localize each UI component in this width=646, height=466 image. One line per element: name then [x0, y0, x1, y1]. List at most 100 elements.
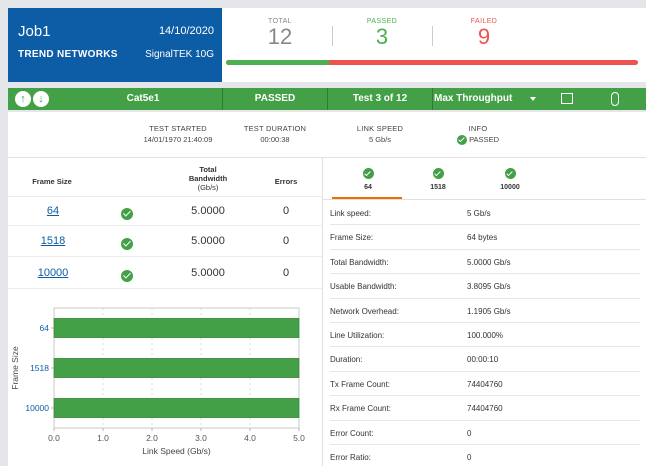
x-tick-label: 1.0: [97, 433, 109, 443]
check-circle-icon: [432, 168, 444, 179]
test-result-panel: TEST STARTED 14/01/1970 21:40:09 TEST DU…: [8, 112, 646, 466]
next-test-button[interactable]: ↓: [33, 91, 49, 107]
errors-header: Errors: [274, 177, 298, 186]
row-bandwidth: 5.0000: [191, 235, 225, 247]
passed-value: 3: [375, 24, 389, 49]
y-tick-label: 1518: [30, 363, 49, 373]
detail-row: Tx Frame Count: 74404760: [330, 372, 640, 397]
check-circle-icon: [362, 168, 374, 179]
x-tick-label: 2.0: [146, 433, 158, 443]
row-status: [121, 267, 133, 285]
detail-label: Error Ratio:: [330, 453, 371, 462]
tab-frame-10000[interactable]: 10000: [480, 168, 540, 191]
x-tick-label: 4.0: [244, 433, 256, 443]
detail-label: Duration:: [330, 355, 363, 365]
link-speed-label: LINK SPEED: [356, 124, 404, 133]
y-axis-label: Frame Size: [10, 346, 20, 390]
tab-frame-64[interactable]: 64: [338, 168, 398, 191]
detail-label: Tx Frame Count:: [330, 379, 391, 389]
link-speed-value: 5 Gb/s: [368, 135, 392, 144]
attachment-icon[interactable]: [611, 92, 619, 106]
down-arrow-icon: ↓: [38, 93, 44, 105]
detail-value: 64 bytes: [467, 233, 498, 243]
detail-value: 3.8095 Gb/s: [467, 282, 511, 292]
y-tick-label: 10000: [25, 403, 49, 413]
row-status: [121, 205, 133, 223]
failed-value: 9: [477, 24, 491, 49]
bar: [53, 318, 300, 338]
cable-type: Cat5e1: [126, 93, 160, 104]
tab-label: 1518: [430, 184, 446, 191]
divider: [8, 196, 322, 197]
divider: [8, 256, 322, 257]
frame-size-link[interactable]: 1518: [28, 235, 78, 247]
detail-label: Rx Frame Count:: [330, 404, 391, 414]
detail-row: Error Count: 0: [330, 421, 640, 445]
detail-label: Error Count:: [330, 428, 374, 438]
total-bandwidth-header-line2: Bandwidth: [188, 174, 228, 183]
info-value: PASSED: [469, 135, 499, 144]
test-type-dropdown[interactable]: Max Throughput: [434, 88, 529, 110]
detail-label: Usable Bandwidth:: [330, 282, 397, 292]
divider: [432, 88, 433, 110]
frame-size-link[interactable]: 64: [28, 205, 78, 217]
divider: [332, 26, 333, 46]
row-errors: 0: [282, 205, 290, 217]
detail-label: Total Bandwidth:: [330, 257, 389, 267]
detail-value: 74404760: [467, 404, 503, 414]
detail-label: Frame Size:: [330, 233, 374, 243]
detail-row: Frame Size: 64 bytes: [330, 225, 640, 250]
tab-frame-1518[interactable]: 1518: [408, 168, 468, 191]
test-started: TEST STARTED 14/01/1970 21:40:09: [128, 124, 228, 144]
chart-icon[interactable]: [561, 93, 573, 104]
up-arrow-icon: ↑: [20, 93, 26, 105]
total-value: 12: [267, 24, 293, 49]
tab-label: 10000: [500, 184, 520, 191]
link-speed: LINK SPEED 5 Gb/s: [340, 124, 420, 144]
detail-label: Line Utilization:: [330, 331, 385, 340]
total-bandwidth-header-line3: (Gb/s): [197, 183, 219, 192]
detail-value: 0: [467, 428, 472, 438]
throughput-chart: 0.0 1.0 2.0 3.0 4.0 5.0 64 1518 10000 Link Speed …: [10, 307, 305, 456]
passed-count[interactable]: PASSED 3: [334, 18, 430, 48]
chevron-down-icon[interactable]: [530, 97, 536, 101]
detail-row: Link speed: 5 Gb/s: [330, 201, 640, 226]
check-circle-icon: [121, 269, 133, 282]
previous-test-button[interactable]: ↑: [15, 91, 31, 107]
pass-progress-fill: [226, 60, 329, 65]
divider: [8, 288, 322, 289]
divider: [322, 158, 323, 466]
x-axis-label: Link Speed (Gb/s): [142, 446, 211, 456]
info-status: INFO PASSED: [438, 124, 518, 146]
summary-header: Job1 14/10/2020 TREND NETWORKS SignalTEK…: [8, 8, 646, 82]
divider: [323, 199, 646, 200]
job-card[interactable]: Job1 14/10/2020 TREND NETWORKS SignalTEK…: [8, 8, 222, 82]
frame-size-link[interactable]: 10000: [28, 267, 78, 279]
info-label: INFO: [468, 124, 488, 133]
row-errors: 0: [282, 235, 290, 247]
test-duration-label: TEST DURATION: [243, 124, 307, 133]
detail-label: Network Overhead:: [330, 306, 399, 316]
job-company: TREND NETWORKS: [18, 49, 118, 60]
test-started-value: 14/01/1970 21:40:09: [143, 135, 213, 144]
total-count[interactable]: TOTAL 12: [230, 18, 330, 48]
detail-row: Usable Bandwidth: 3.8095 Gb/s: [330, 274, 640, 299]
detail-value: 00:00:10: [467, 355, 499, 365]
test-started-label: TEST STARTED: [149, 124, 207, 133]
bar: [53, 358, 300, 378]
job-device: SignalTEK 10G: [145, 49, 214, 60]
row-bandwidth: 5.0000: [191, 205, 225, 217]
y-tick-label: 64: [40, 323, 50, 333]
failed-count[interactable]: FAILED 9: [434, 18, 534, 48]
x-tick-label: 0.0: [48, 433, 60, 443]
detail-value: 0: [467, 453, 472, 462]
total-bandwidth-header-line1: Total: [199, 165, 217, 174]
check-circle-icon: [121, 237, 133, 250]
detail-value: 5 Gb/s: [467, 209, 491, 218]
job-date: 14/10/2020: [158, 25, 214, 37]
detail-label: Link speed:: [330, 209, 371, 218]
frame-size-header: Frame Size: [32, 177, 72, 186]
detail-value: 100.000%: [467, 331, 504, 340]
detail-row: Network Overhead: 1.1905 Gb/s: [330, 299, 640, 323]
total-bandwidth-header: Total Bandwidth (Gb/s): [176, 165, 240, 192]
